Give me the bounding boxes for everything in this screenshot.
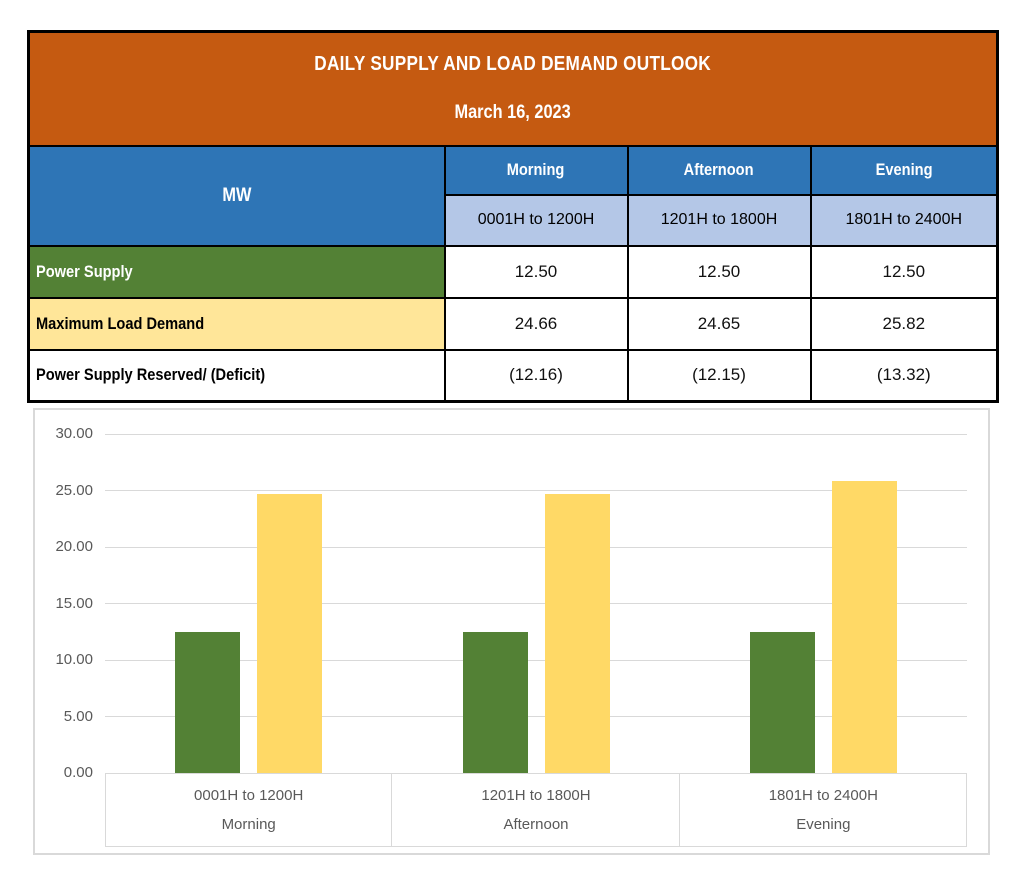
- period-header-row: MW Morning Afternoon Evening: [27, 144, 999, 247]
- row-label-power-supply: Power Supply: [27, 244, 446, 299]
- table-title-cell: DAILY SUPPLY AND LOAD DEMAND OUTLOOK Mar…: [27, 30, 999, 147]
- x-axis-period-label: Afternoon: [503, 816, 569, 834]
- x-axis-hours-label: 0001H to 1200H: [194, 786, 304, 804]
- table-title-row: DAILY SUPPLY AND LOAD DEMAND OUTLOOK Mar…: [27, 30, 999, 147]
- bar-maximum-load-demand-evening: [831, 481, 897, 773]
- y-axis-tick-label: 10.00: [55, 651, 93, 668]
- x-axis-category-evening: 1801H to 2400H Evening: [680, 774, 967, 846]
- gridline-30: [105, 433, 967, 435]
- table-row-reserve-deficit: Power Supply Reserved/ (Deficit) (12.16)…: [27, 348, 999, 403]
- power-supply-morning-value: 12.50: [443, 244, 629, 299]
- max-load-morning-value: 24.66: [443, 296, 629, 351]
- bar-power-supply-morning: [175, 631, 241, 773]
- x-axis-hours-label: 1201H to 1800H: [481, 786, 591, 804]
- reserve-afternoon-value: (12.15): [626, 348, 812, 403]
- y-axis-tick-label: 5.00: [63, 707, 93, 725]
- reserve-morning-value: (12.16): [443, 348, 629, 403]
- column-header-morning: Morning: [443, 144, 629, 196]
- bar-power-supply-evening: [749, 631, 815, 773]
- unit-header-cell: MW: [27, 144, 446, 247]
- y-axis-tick-label: 20.00: [55, 538, 93, 555]
- column-header-afternoon: Afternoon: [626, 144, 812, 196]
- x-axis-period-label: Morning: [221, 816, 276, 834]
- report-date: March 16, 2023: [454, 102, 572, 124]
- y-axis-tick-label: 30.00: [55, 425, 93, 442]
- bar-maximum-load-demand-morning: [257, 494, 323, 773]
- power-supply-afternoon-value: 12.50: [626, 244, 812, 299]
- row-label-max-load-demand: Maximum Load Demand: [27, 296, 446, 351]
- x-axis-hours-label: 1801H to 2400H: [768, 786, 878, 804]
- chart-plot-area: 0.00 5.00 10.00 15.00 20.00 25.00 30.00 0001H t…: [35, 410, 988, 853]
- reserve-evening-value: (13.32): [809, 348, 999, 403]
- bar-maximum-load-demand-afternoon: [544, 494, 610, 773]
- y-axis-tick-label: 25.00: [55, 481, 93, 499]
- hours-header-evening: 1801H to 2400H: [809, 193, 999, 247]
- x-axis-category-morning: 0001H to 1200H Morning: [105, 774, 393, 846]
- supply-demand-table: DAILY SUPPLY AND LOAD DEMAND OUTLOOK Mar…: [27, 30, 1000, 403]
- column-header-evening: Evening: [809, 144, 999, 196]
- hours-header-afternoon: 1201H to 1800H: [626, 193, 812, 247]
- hours-header-morning: 0001H to 1200H: [443, 193, 629, 247]
- x-axis-category-afternoon: 1201H to 1800H Afternoon: [392, 774, 680, 846]
- power-supply-evening-value: 12.50: [809, 244, 999, 299]
- y-axis-tick-label: 15.00: [55, 594, 93, 612]
- max-load-afternoon-value: 24.65: [626, 296, 812, 351]
- report-title: DAILY SUPPLY AND LOAD DEMAND OUTLOOK: [314, 53, 712, 76]
- report-page: DAILY SUPPLY AND LOAD DEMAND OUTLOOK Mar…: [0, 0, 1024, 896]
- row-label-reserve-deficit: Power Supply Reserved/ (Deficit): [27, 348, 446, 403]
- x-axis-period-label: Evening: [796, 816, 851, 834]
- bar-power-supply-afternoon: [462, 631, 528, 773]
- supply-demand-bar-chart: 0.00 5.00 10.00 15.00 20.00 25.00 30.00 0001H t…: [33, 408, 990, 855]
- table-row-power-supply: Power Supply 12.50 12.50 12.50: [27, 244, 999, 299]
- table-row-max-load-demand: Maximum Load Demand 24.66 24.65 25.82: [27, 296, 999, 351]
- max-load-evening-value: 25.82: [809, 296, 999, 351]
- y-axis-tick-label: 0.00: [63, 764, 93, 781]
